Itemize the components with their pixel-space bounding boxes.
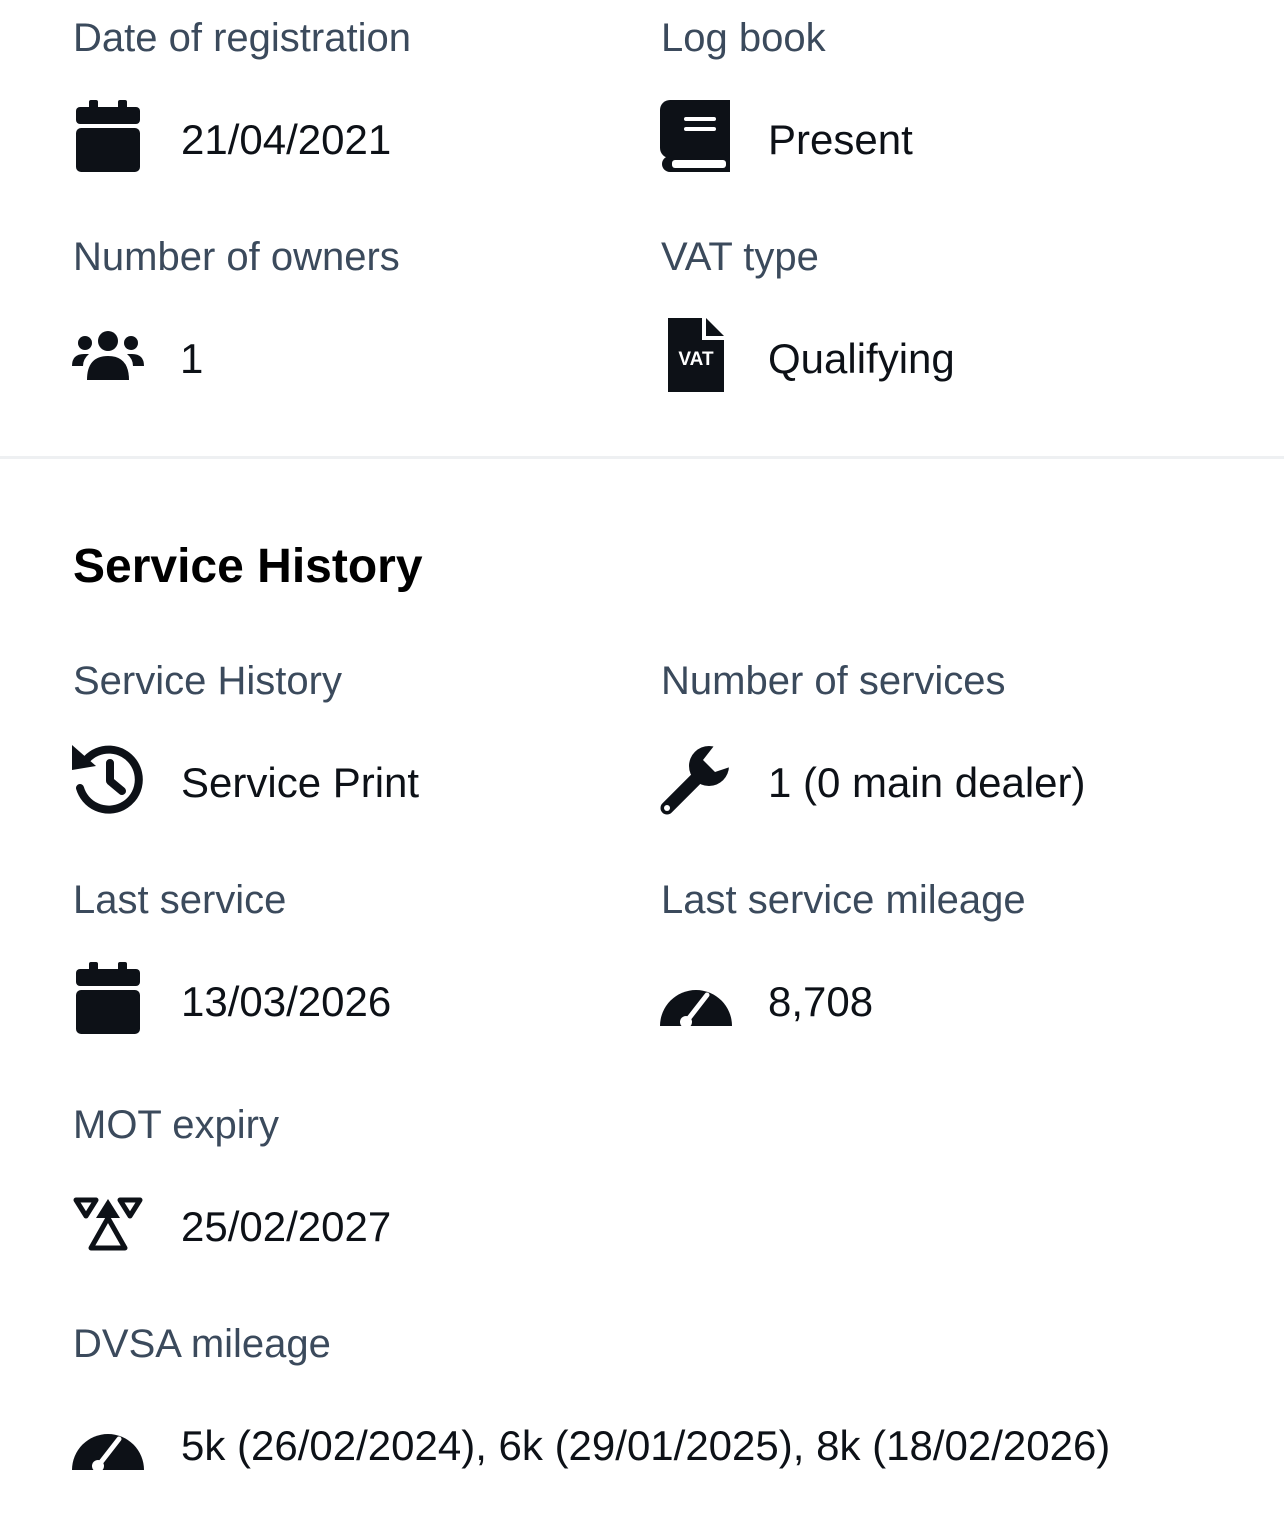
number-of-owners-value: 1 [180,335,204,382]
log-book-label: Log book [661,16,826,60]
date-of-registration-value: 21/04/2021 [181,116,392,163]
number-of-services-label: Number of services [661,659,1006,703]
mot-expiry-label: MOT expiry [73,1103,279,1147]
calendar-icon [76,962,140,1034]
section-divider [0,456,1284,459]
dvsa-mileage-value: 5k (26/02/2024), 6k (29/01/2025), 8k (18… [181,1422,1111,1469]
vat-type-value: Qualifying [768,335,955,382]
last-service-mileage-value: 8,708 [768,978,874,1025]
svg-text:VAT: VAT [678,349,714,370]
mot-triangles-icon [72,1196,144,1252]
calendar-icon [76,100,140,172]
users-icon [72,330,144,382]
log-book-value: Present [768,116,913,163]
section-title: Service History [73,540,423,593]
last-service-mileage-label: Last service mileage [661,878,1026,922]
dvsa-mileage-label: DVSA mileage [73,1322,331,1366]
last-service-label: Last service [73,878,287,922]
number-of-owners-label: Number of owners [73,235,400,279]
mot-expiry-value: 25/02/2027 [181,1203,392,1250]
last-service-value: 13/03/2026 [181,978,392,1025]
vat-type-label: VAT type [661,235,819,279]
service-history-value: Service Print [181,759,420,806]
vat-file-icon: VAT [668,318,724,392]
history-icon [72,742,144,816]
book-icon [660,100,732,172]
wrench-icon [659,742,733,816]
service-history-label: Service History [73,659,342,703]
date-of-registration-label: Date of registration [73,16,411,60]
gauge-icon [72,1412,144,1472]
number-of-services-value: 1 (0 main dealer) [768,759,1086,806]
gauge-icon [660,968,732,1028]
